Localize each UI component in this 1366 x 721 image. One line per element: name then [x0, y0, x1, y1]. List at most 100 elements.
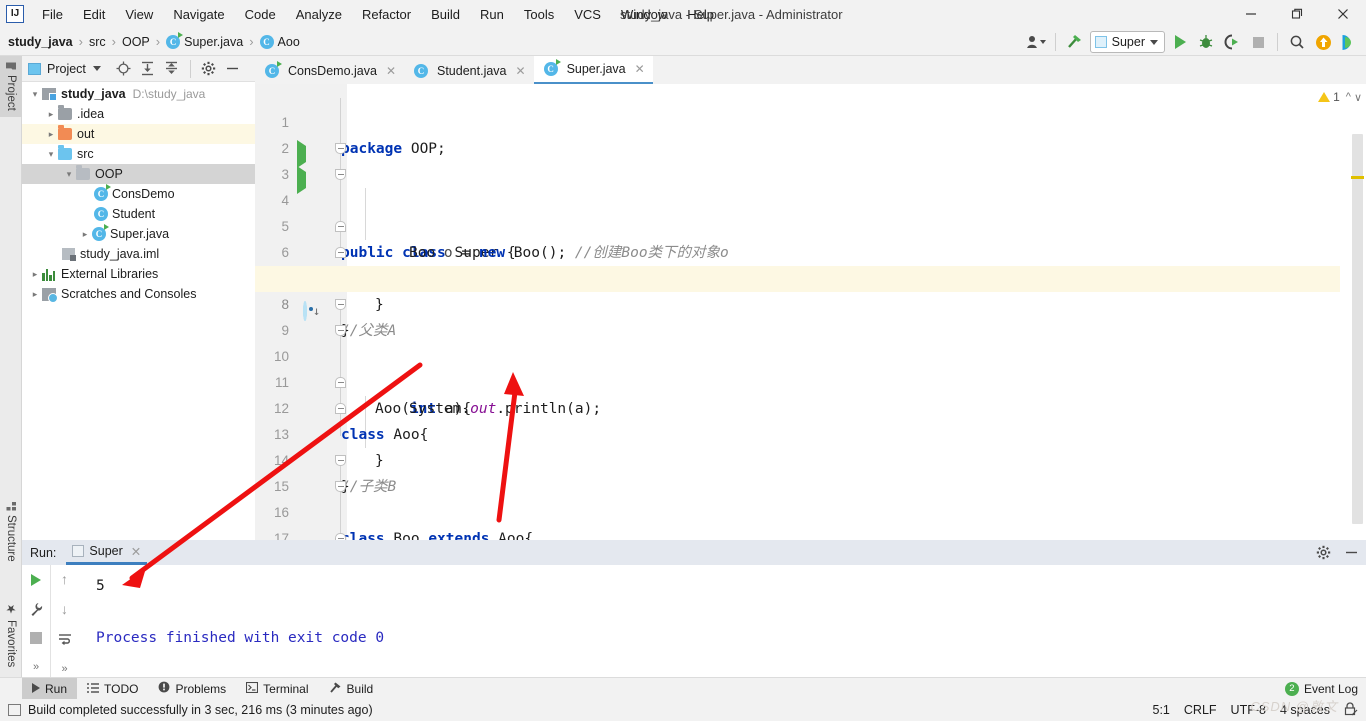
- breadcrumb-aoo[interactable]: C Aoo: [259, 34, 300, 49]
- fold-toggle-icon[interactable]: [335, 455, 346, 466]
- fold-toggle-icon[interactable]: [335, 143, 346, 154]
- update-project-button[interactable]: [1312, 31, 1334, 53]
- line-separator-widget[interactable]: CRLF: [1184, 703, 1217, 717]
- tree-node-idea[interactable]: .idea: [22, 104, 255, 124]
- run-gutter-icon[interactable]: [297, 140, 313, 168]
- locate-icon[interactable]: [115, 60, 133, 78]
- chevron-right-icon[interactable]: [28, 269, 42, 280]
- tree-node-iml[interactable]: study_java.iml: [22, 244, 255, 264]
- fold-toggle-icon[interactable]: [335, 247, 346, 258]
- chevron-down-icon[interactable]: [44, 149, 58, 160]
- build-hammer-icon[interactable]: [1064, 31, 1086, 53]
- menu-analyze[interactable]: Analyze: [286, 3, 352, 26]
- breadcrumb-oop[interactable]: OOP: [122, 35, 150, 49]
- menu-code[interactable]: Code: [235, 3, 286, 26]
- tree-node-student[interactable]: C Student: [22, 204, 255, 224]
- down-arrow-icon[interactable]: ↓: [56, 601, 74, 618]
- menu-file[interactable]: File: [32, 3, 73, 26]
- warning-marker[interactable]: [1351, 176, 1364, 179]
- chevron-right-icon[interactable]: [44, 129, 58, 140]
- user-avatar-icon[interactable]: [1025, 31, 1047, 53]
- chevron-right-icon[interactable]: [44, 109, 58, 120]
- menu-vcs[interactable]: VCS: [564, 3, 611, 26]
- menu-edit[interactable]: Edit: [73, 3, 115, 26]
- chevron-right-icon[interactable]: [78, 229, 92, 240]
- prev-problem-icon[interactable]: ^: [1346, 91, 1351, 103]
- event-log-widget[interactable]: 2 Event Log: [1284, 681, 1358, 696]
- maximize-icon[interactable]: [1274, 0, 1320, 28]
- settings-gear-icon[interactable]: [1314, 544, 1332, 562]
- tree-node-consdemo[interactable]: C ConsDemo: [22, 184, 255, 204]
- hide-panel-icon[interactable]: [1342, 544, 1360, 562]
- menu-refactor[interactable]: Refactor: [352, 3, 421, 26]
- close-icon[interactable]: ✕: [131, 544, 141, 559]
- inspection-widget[interactable]: 1 ^ ∨: [1318, 90, 1362, 104]
- breadcrumb-src[interactable]: src: [89, 35, 106, 49]
- fold-toggle-icon[interactable]: [335, 221, 346, 232]
- fold-toggle-icon[interactable]: [335, 403, 346, 414]
- close-icon[interactable]: ✕: [635, 62, 645, 76]
- tab-super-java[interactable]: C Super.java ✕: [533, 56, 653, 84]
- menu-tools[interactable]: Tools: [514, 3, 564, 26]
- close-icon[interactable]: [1320, 0, 1366, 28]
- console-output[interactable]: 5 Process finished with exit code 0: [78, 565, 1366, 677]
- menu-run[interactable]: Run: [470, 3, 514, 26]
- tree-node-super-java[interactable]: C Super.java: [22, 224, 255, 244]
- run-button[interactable]: [1169, 31, 1191, 53]
- more-icon[interactable]: »: [27, 658, 45, 676]
- encoding-widget[interactable]: UTF-8: [1231, 703, 1266, 717]
- hide-panel-icon[interactable]: [224, 60, 242, 78]
- stop-button[interactable]: [1247, 31, 1269, 53]
- menu-view[interactable]: View: [115, 3, 163, 26]
- tab-student-java[interactable]: C Student.java ✕: [404, 57, 534, 84]
- settings-gear-icon[interactable]: [200, 60, 218, 78]
- search-everywhere-button[interactable]: [1286, 31, 1308, 53]
- menu-navigate[interactable]: Navigate: [163, 3, 234, 26]
- run-configuration-selector[interactable]: Super: [1089, 31, 1165, 53]
- fold-toggle-icon[interactable]: [335, 481, 346, 492]
- breadcrumb-study-java[interactable]: study_java: [8, 35, 73, 49]
- code-editor[interactable]: 1 package OOP; 2 3 public class Super {: [255, 84, 1366, 540]
- collapse-all-icon[interactable]: [163, 60, 181, 78]
- tab-consdemo-java[interactable]: C ConsDemo.java ✕: [255, 57, 404, 84]
- next-problem-icon[interactable]: ∨: [1354, 91, 1362, 104]
- close-icon[interactable]: ✕: [386, 64, 396, 78]
- run-with-coverage-button[interactable]: [1221, 31, 1243, 53]
- read-only-toggle-icon[interactable]: [1344, 701, 1358, 719]
- sidebar-item-favorites[interactable]: ★ Favorites: [0, 596, 22, 673]
- sidebar-item-structure[interactable]: Structure: [0, 496, 22, 568]
- run-tab-super[interactable]: Super ✕: [66, 540, 148, 565]
- chevron-down-icon[interactable]: [92, 66, 101, 71]
- tree-node-out[interactable]: out: [22, 124, 255, 144]
- bottom-tab-run[interactable]: Run: [22, 677, 78, 700]
- expand-all-icon[interactable]: [139, 60, 157, 78]
- stop-icon[interactable]: [27, 629, 45, 647]
- inspection-gutter[interactable]: 1 ^ ∨: [1318, 90, 1366, 540]
- rerun-icon[interactable]: [27, 571, 45, 589]
- close-icon[interactable]: ✕: [516, 64, 526, 78]
- wrench-icon[interactable]: [27, 600, 45, 618]
- fold-toggle-icon[interactable]: [335, 377, 346, 388]
- fold-toggle-icon[interactable]: [335, 169, 346, 180]
- debug-button[interactable]: [1195, 31, 1217, 53]
- indent-widget[interactable]: 4 spaces: [1280, 703, 1330, 717]
- tree-node-src[interactable]: src: [22, 144, 255, 164]
- up-arrow-icon[interactable]: ↑: [56, 571, 74, 588]
- tree-node-oop[interactable]: OOP: [22, 164, 255, 184]
- more-icon[interactable]: »: [56, 660, 74, 677]
- chevron-right-icon[interactable]: [28, 289, 42, 300]
- sidebar-item-project[interactable]: Project: [0, 56, 22, 117]
- tree-node-external-libraries[interactable]: External Libraries: [22, 264, 255, 284]
- bottom-tab-build[interactable]: Build: [319, 678, 384, 700]
- menu-build[interactable]: Build: [421, 3, 470, 26]
- fold-toggle-icon[interactable]: [335, 533, 346, 540]
- fold-toggle-icon[interactable]: [335, 299, 346, 310]
- ide-help-button[interactable]: [1338, 31, 1360, 53]
- tree-node-scratches[interactable]: Scratches and Consoles: [22, 284, 255, 304]
- bottom-tab-problems[interactable]: Problems: [148, 678, 236, 700]
- minimize-icon[interactable]: [1228, 0, 1274, 28]
- chevron-down-icon[interactable]: [62, 169, 76, 180]
- editor-scrollbar[interactable]: [1352, 134, 1363, 524]
- run-gutter-icon[interactable]: [297, 166, 313, 194]
- bottom-tab-terminal[interactable]: Terminal: [236, 678, 318, 700]
